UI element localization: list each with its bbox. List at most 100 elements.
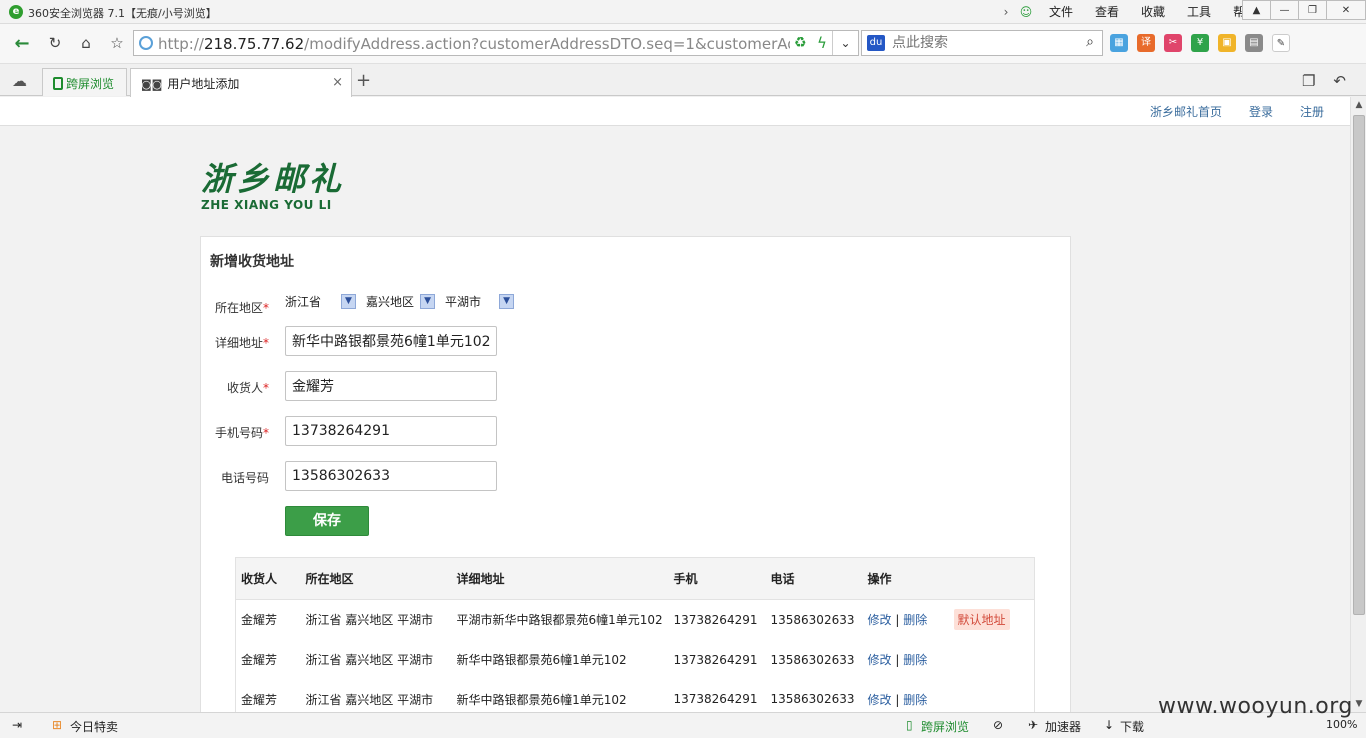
site-home-link[interactable]: 浙乡邮礼首页	[1150, 103, 1222, 120]
home-button[interactable]: ⌂	[74, 32, 98, 54]
col-address: 详细地址	[451, 557, 669, 600]
menu-favorites[interactable]: 收藏	[1141, 3, 1165, 21]
download-link[interactable]: 下载	[1120, 718, 1144, 735]
edit-link[interactable]: 修改	[868, 653, 892, 667]
action-separator: |	[895, 692, 900, 707]
cell-actions: 修改 | 删除	[863, 640, 949, 680]
zoom-level[interactable]: 100%	[1326, 718, 1357, 731]
cell-default: 默认地址	[949, 600, 1035, 640]
cell-actions: 修改 | 删除	[863, 680, 949, 713]
cell-mobile: 13738264291	[673, 652, 758, 667]
site-logo[interactable]: 浙乡邮礼 ZHE XIANG YOU LI	[201, 161, 345, 212]
favorite-star-icon[interactable]: ☆	[105, 32, 129, 54]
recycle-icon[interactable]: ♻	[794, 35, 807, 51]
city-dropdown-icon[interactable]: ▼	[420, 293, 436, 309]
menu-tools[interactable]: 工具	[1187, 3, 1211, 21]
apps-icon[interactable]: ▦	[1110, 34, 1128, 52]
maximize-button[interactable]: ❐	[1298, 0, 1327, 20]
address-toolbar: ← ↻ ⌂ ☆ http://218.75.77.62/modifyAddres…	[0, 24, 1366, 64]
delete-link[interactable]: 删除	[903, 653, 927, 667]
tab-user-address[interactable]: ◙◙ 用户地址添加 ×	[130, 68, 352, 97]
menu-bar: › ☺ 文件 查看 收藏 工具 帮助	[998, 3, 1268, 21]
scroll-up-icon[interactable]: ▲	[1351, 97, 1366, 113]
mobile-label: 手机号码*	[214, 426, 269, 440]
edit-link[interactable]: 修改	[868, 613, 892, 627]
tab-list-icon[interactable]: ❐	[1302, 72, 1315, 90]
province-dropdown-icon[interactable]: ▼	[341, 293, 357, 309]
close-button[interactable]: ✕	[1326, 0, 1366, 20]
action-separator: |	[895, 613, 900, 628]
cross-screen-link[interactable]: 跨屏浏览	[921, 718, 969, 735]
page-title: 新增收货地址	[210, 254, 294, 270]
county-dropdown-icon[interactable]: ▼	[499, 293, 515, 309]
county-select[interactable]: 平湖市	[445, 293, 481, 310]
receiver-input[interactable]	[285, 371, 497, 401]
address-input[interactable]	[285, 326, 497, 356]
logo-chinese: 浙乡邮礼	[201, 160, 346, 198]
gift-icon: ⊞	[52, 718, 63, 732]
chevron-right-icon[interactable]: ›	[998, 4, 1014, 20]
cell-mobile: 13738264291	[673, 612, 758, 627]
cell-address: 新华中路银都景苑6幢1单元102	[456, 653, 627, 667]
minimize-button[interactable]: —	[1270, 0, 1299, 20]
window-titlebar: e 360安全浏览器 7.1【无痕/小号浏览】 › ☺ 文件 查看 收藏 工具 …	[0, 0, 1366, 24]
vertical-scrollbar[interactable]: ▲ ▼	[1350, 97, 1366, 712]
tab-cross-screen[interactable]: 跨屏浏览	[42, 68, 127, 96]
edit-link[interactable]: 修改	[868, 693, 892, 707]
undo-close-icon[interactable]: ↶	[1333, 72, 1346, 90]
close-tab-icon[interactable]: ×	[332, 75, 343, 90]
table-row: 金耀芳 浙江省 嘉兴地区 平湖市 新华中路银都景苑6幢1单元102 137382…	[236, 640, 1035, 680]
tools-icon[interactable]: ✎	[1272, 34, 1290, 52]
window-title: 360安全浏览器 7.1【无痕/小号浏览】	[28, 7, 217, 20]
delete-link[interactable]: 删除	[903, 693, 927, 707]
menu-view[interactable]: 查看	[1095, 3, 1119, 21]
scrollbar-thumb[interactable]	[1353, 115, 1365, 615]
url-field[interactable]: http://218.75.77.62/modifyAddress.action…	[133, 30, 859, 56]
scroll-down-icon[interactable]: ▼	[1351, 696, 1366, 712]
search-input[interactable]	[892, 34, 1072, 52]
network-icon[interactable]: ⊘	[993, 718, 1003, 732]
action-separator: |	[895, 653, 900, 667]
phone-input[interactable]	[285, 461, 497, 491]
tab-bar: ☁ 跨屏浏览 ◙◙ 用户地址添加 × ❐ ↶	[0, 64, 1366, 97]
translate-icon[interactable]: 译	[1137, 34, 1155, 52]
delete-link[interactable]: 删除	[903, 613, 927, 627]
sidebar-toggle-icon[interactable]: ⇥	[12, 718, 22, 732]
cell-receiver: 金耀芳	[241, 692, 278, 707]
refresh-button[interactable]: ↻	[43, 32, 67, 54]
login-link[interactable]: 登录	[1249, 103, 1273, 120]
cell-receiver: 金耀芳	[241, 653, 278, 667]
download-icon: ↓	[1104, 718, 1115, 732]
tab-label: 用户地址添加	[167, 77, 240, 91]
city-select[interactable]: 嘉兴地区	[366, 293, 414, 310]
search-engine-icon[interactable]: du	[867, 35, 885, 51]
cross-screen-phone-icon: ▯	[906, 718, 913, 732]
url-text[interactable]: http://218.75.77.62/modifyAddress.action…	[158, 35, 790, 53]
cloud-icon[interactable]: ☁	[12, 72, 27, 90]
register-link[interactable]: 注册	[1300, 103, 1324, 120]
table-header-row: 收货人 所在地区 详细地址 手机 电话 操作	[235, 557, 1035, 600]
screenshot-icon[interactable]: ✂	[1164, 34, 1182, 52]
table-row: 金耀芳 浙江省 嘉兴地区 平湖市 新华中路银都景苑6幢1单元102 137382…	[236, 680, 1035, 713]
search-icon[interactable]: ⌕	[1086, 34, 1094, 50]
today-deals-link[interactable]: 今日特卖	[70, 718, 118, 735]
province-select[interactable]: 浙江省	[285, 293, 321, 310]
mobile-input[interactable]	[285, 416, 497, 446]
page-viewport: 浙乡邮礼首页 登录 注册 浙乡邮礼 ZHE XIANG YOU LI 新增收货地…	[0, 97, 1350, 712]
game-icon[interactable]: ▣	[1218, 34, 1236, 52]
lightning-icon[interactable]: ϟ	[817, 34, 827, 52]
incognito-mask-icon: ◙◙	[141, 78, 163, 91]
skin-icon[interactable]: ▲	[1242, 0, 1271, 20]
image-icon[interactable]: ▤	[1245, 34, 1263, 52]
new-tab-button[interactable]: +	[356, 70, 371, 91]
back-button[interactable]: ←	[10, 32, 34, 54]
url-dropdown-chevron-icon[interactable]: ⌄	[832, 31, 858, 55]
cell-phone: 13586302633	[770, 652, 855, 667]
address-panel: 新增收货地址 所在地区* 浙江省 ▼ 嘉兴地区 ▼ 平湖市 ▼ 详细地址* 收货…	[200, 236, 1071, 712]
menu-file[interactable]: 文件	[1049, 3, 1073, 21]
shield-icon[interactable]: ¥	[1191, 34, 1209, 52]
accelerator-link[interactable]: 加速器	[1045, 718, 1081, 735]
user-icon[interactable]: ☺	[1018, 4, 1034, 20]
region-row: 所在地区* 浙江省 ▼ 嘉兴地区 ▼ 平湖市 ▼	[201, 286, 801, 316]
save-button[interactable]: 保存	[285, 506, 369, 536]
